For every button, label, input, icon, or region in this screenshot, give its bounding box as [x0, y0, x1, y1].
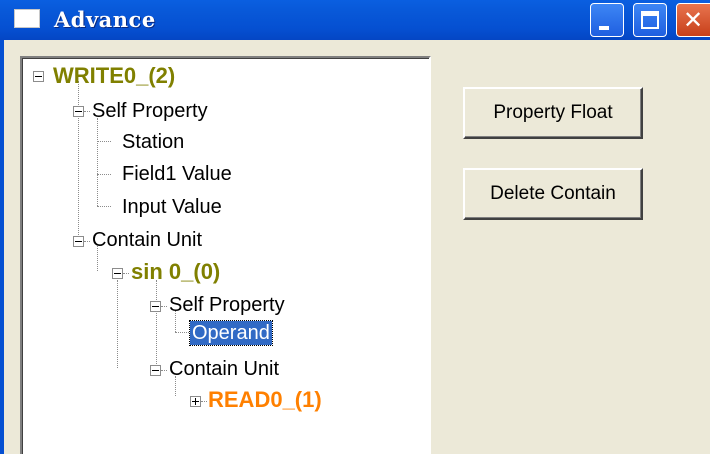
maximize-button[interactable] [633, 3, 667, 37]
tree-node-sin[interactable]: sin 0_(0) [131, 260, 220, 284]
tree-line [78, 81, 79, 241]
tree-line [161, 370, 167, 371]
collapse-icon[interactable] [73, 106, 84, 117]
window-title: Advance [54, 7, 156, 32]
delete-contain-button[interactable]: Delete Contain [463, 168, 643, 220]
title-bar[interactable]: Advance ✕ [0, 0, 710, 40]
tree-node-field1-value[interactable]: Field1 Value [122, 162, 232, 186]
tree-line [123, 273, 129, 274]
window-icon [14, 9, 40, 28]
tree-border-top [22, 58, 429, 59]
tree-node-sin-contain-unit[interactable]: Contain Unit [169, 357, 279, 381]
tree-line [175, 332, 189, 333]
collapse-icon[interactable] [33, 71, 44, 82]
tree-node-root[interactable]: WRITE0_(2) [53, 64, 175, 88]
tree-line [84, 241, 90, 242]
minimize-icon [599, 26, 609, 30]
tree-border-left [22, 58, 23, 454]
close-icon: ✕ [683, 6, 704, 34]
tree-node-contain-unit[interactable]: Contain Unit [92, 228, 202, 252]
tree-node-operand[interactable]: Operand [189, 320, 273, 346]
property-float-button[interactable]: Property Float [463, 87, 643, 139]
tree-line [97, 141, 111, 142]
tree-node-input-value[interactable]: Input Value [122, 195, 222, 219]
minimize-button[interactable] [590, 3, 624, 37]
tree-line [201, 401, 207, 402]
tree-node-sin-self-property[interactable]: Self Property [169, 293, 285, 317]
tree-line [97, 174, 111, 175]
tree-view[interactable]: WRITE0_(2) Self Property Station Field1 … [20, 56, 431, 454]
tree-line [117, 280, 118, 368]
expand-icon[interactable] [190, 396, 201, 407]
maximize-icon [641, 11, 659, 29]
window-border [0, 40, 4, 454]
collapse-icon[interactable] [150, 301, 161, 312]
tree-line [97, 118, 98, 206]
collapse-icon[interactable] [73, 236, 84, 247]
tree-node-self-property[interactable]: Self Property [92, 99, 208, 123]
collapse-icon[interactable] [150, 365, 161, 376]
tree-line [97, 206, 111, 207]
tree-line [161, 306, 167, 307]
tree-node-read[interactable]: READ0_(1) [208, 388, 322, 412]
close-button[interactable]: ✕ [676, 3, 710, 37]
tree-line [84, 111, 90, 112]
tree-node-station[interactable]: Station [122, 130, 184, 154]
tree-line [156, 280, 157, 368]
collapse-icon[interactable] [112, 268, 123, 279]
